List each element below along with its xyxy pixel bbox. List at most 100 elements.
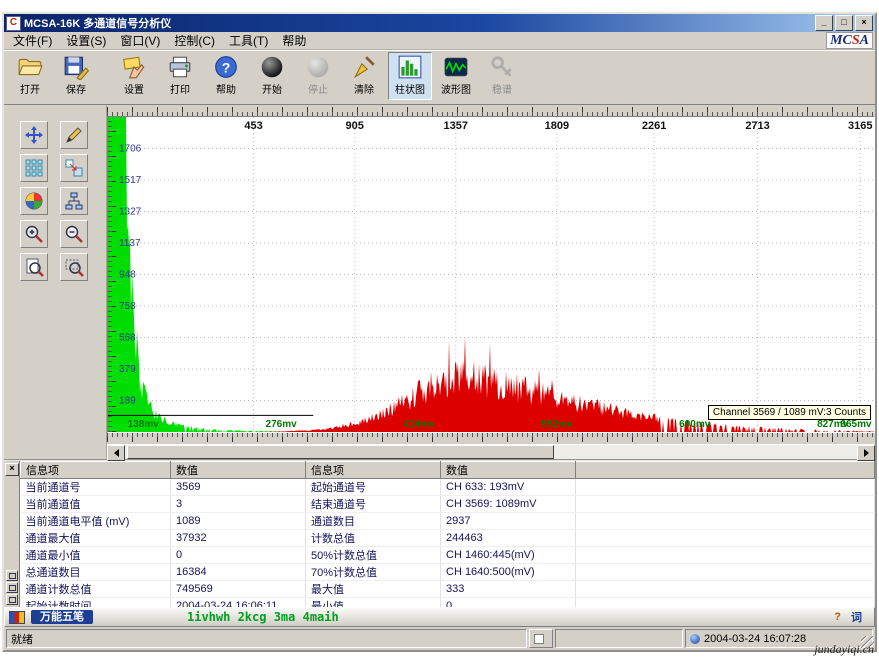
palette-button-zoom-page[interactable] xyxy=(20,253,48,281)
chart-tooltip: Channel 3569 / 1089 mV:3 Counts xyxy=(708,405,871,420)
ime-help-button[interactable]: ? xyxy=(834,611,841,623)
table-row[interactable]: 通道最大值37932计数总值244463 xyxy=(21,530,875,547)
toolbar-button-label: 设置 xyxy=(124,81,144,96)
svg-text:905: 905 xyxy=(345,120,363,132)
histogram-icon xyxy=(397,54,423,80)
ime-word-button[interactable]: 词 xyxy=(851,609,862,625)
table-row[interactable]: 通道最小值050%计数总值CH 1460:445(mV) xyxy=(21,547,875,564)
palette-button-move[interactable] xyxy=(20,121,48,149)
table-row[interactable]: 通道计数总值749569最大值333 xyxy=(21,581,875,598)
status-ready: 就绪 xyxy=(6,629,527,648)
scroll-left-button[interactable] xyxy=(107,445,125,461)
info-item-label: 通道最大值 xyxy=(21,530,171,547)
menu-item-control[interactable]: 控制(C) xyxy=(167,31,222,50)
info-item-label xyxy=(576,564,875,581)
clear-icon xyxy=(351,54,377,80)
ime-bar: 万能五笔 1ivhwh 2kcg 3ma 4maih ? 词 xyxy=(4,607,875,627)
minimize-button[interactable]: _ xyxy=(815,15,833,31)
svg-text:1809: 1809 xyxy=(545,120,569,132)
info-item-label xyxy=(576,479,875,496)
toolbar-button-stop: 停止 xyxy=(296,52,340,100)
info-item-label: 结束通道号 xyxy=(306,496,441,513)
scrollbar-thumb[interactable] xyxy=(127,445,554,459)
palette-button-resize[interactable] xyxy=(60,154,88,182)
menu-item-help[interactable]: 帮助 xyxy=(275,31,313,50)
panel-layout-button-2[interactable] xyxy=(6,582,18,593)
info-item-value: 2937 xyxy=(441,513,576,530)
info-table-header[interactable]: 数值 xyxy=(441,462,576,479)
palette-button-zoom-out[interactable] xyxy=(60,220,88,248)
info-item-label xyxy=(576,513,875,530)
brand-mc: MC xyxy=(830,33,852,48)
ime-name-badge[interactable]: 万能五笔 xyxy=(31,610,93,624)
svg-text:276mv: 276mv xyxy=(266,419,298,430)
info-item-label: 当前通道号 xyxy=(21,479,171,496)
info-table-header[interactable]: 数值 xyxy=(171,462,306,479)
close-button[interactable]: × xyxy=(855,15,873,31)
info-item-value: 37932 xyxy=(171,530,306,547)
maximize-button[interactable]: □ xyxy=(835,15,853,31)
toolbar-button-start[interactable]: 开始 xyxy=(250,52,294,100)
svg-text:1137: 1137 xyxy=(119,238,141,249)
palette-button-pencil[interactable] xyxy=(60,121,88,149)
palette-button-grid[interactable] xyxy=(20,154,48,182)
table-row[interactable]: 当前通道值3结束通道号CH 3569: 1089mV xyxy=(21,496,875,513)
toolbar-button-settings[interactable]: 设置 xyxy=(112,52,156,100)
menu-item-file[interactable]: 文件(F) xyxy=(6,31,59,50)
palette-button-colors[interactable] xyxy=(20,187,48,215)
info-item-label: 通道最小值 xyxy=(21,547,171,564)
grid-icon xyxy=(24,158,44,178)
toolbar-button-print[interactable]: 打印 xyxy=(158,52,202,100)
statusbar: 就绪 2004-03-24 16:07:28 xyxy=(4,627,875,650)
palette-button-zoom-in[interactable] xyxy=(20,220,48,248)
menu-item-settings[interactable]: 设置(S) xyxy=(59,31,113,50)
scroll-left-icon xyxy=(110,449,119,457)
info-table-header[interactable]: 信息项 xyxy=(21,462,171,479)
panel-layout-button-3[interactable] xyxy=(6,594,18,605)
toolbar-button-label: 柱状图 xyxy=(395,81,425,96)
ruler-bottom xyxy=(107,433,875,444)
color-wheel-icon xyxy=(24,191,44,211)
toolbar-button-help[interactable]: ?帮助 xyxy=(204,52,248,100)
info-item-label: 通道数目 xyxy=(306,513,441,530)
menu-item-window[interactable]: 窗口(V) xyxy=(113,31,167,50)
brand-a: A xyxy=(860,33,869,48)
info-item-label: 最大值 xyxy=(306,581,441,598)
save-floppy-icon xyxy=(63,54,89,80)
tool-palette xyxy=(4,105,107,459)
panel-layout-button-1[interactable] xyxy=(6,570,18,581)
scrollbar-track[interactable] xyxy=(125,445,857,459)
histogram-plot[interactable]: 1706151713271137948758568379189453905135… xyxy=(107,116,875,433)
info-item-label: 70%计数总值 xyxy=(306,564,441,581)
table-row[interactable]: 总通道数目1638470%计数总值CH 1640:500(mV) xyxy=(21,564,875,581)
ime-candidates[interactable]: 1ivhwh 2kcg 3ma 4maih xyxy=(187,610,339,624)
ruler-top xyxy=(107,105,875,116)
scroll-right-icon xyxy=(864,449,873,457)
palette-button-hierarchy[interactable] xyxy=(60,187,88,215)
info-table-header[interactable]: 信息项 xyxy=(306,462,441,479)
horizontal-scrollbar[interactable] xyxy=(107,444,875,459)
scroll-right-button[interactable] xyxy=(857,445,875,461)
svg-text:3165: 3165 xyxy=(848,120,872,132)
toolbar-button-histogram[interactable]: 柱状图 xyxy=(388,52,432,100)
toolbar-button-label: 停止 xyxy=(308,81,328,96)
toolbar-button-clear[interactable]: 清除 xyxy=(342,52,386,100)
info-item-value: 333 xyxy=(441,581,576,598)
info-item-label: 当前通道电平值 (mV) xyxy=(21,513,171,530)
palette-button-zoom-area[interactable] xyxy=(60,253,88,281)
info-table-header[interactable] xyxy=(576,462,875,479)
panel-close-button[interactable]: × xyxy=(5,463,19,476)
toolbar-button-stabilize: 稳谱 xyxy=(480,52,524,100)
info-item-label: 计数总值 xyxy=(306,530,441,547)
table-row[interactable]: 当前通道电平值 (mV)1089通道数目2937 xyxy=(21,513,875,530)
toolbar-button-save[interactable]: 保存 xyxy=(54,52,98,100)
info-item-value: CH 1640:500(mV) xyxy=(441,564,576,581)
toolbar-button-open[interactable]: 打开 xyxy=(8,52,52,100)
move-cross-icon xyxy=(24,125,44,145)
info-item-label: 50%计数总值 xyxy=(306,547,441,564)
info-item-value: 244463 xyxy=(441,530,576,547)
menu-item-tools[interactable]: 工具(T) xyxy=(222,31,275,50)
toolbar-button-waveform[interactable]: 波形图 xyxy=(434,52,478,100)
info-item-label xyxy=(576,547,875,564)
table-row[interactable]: 当前通道号3569起始通道号CH 633: 193mV xyxy=(21,479,875,496)
